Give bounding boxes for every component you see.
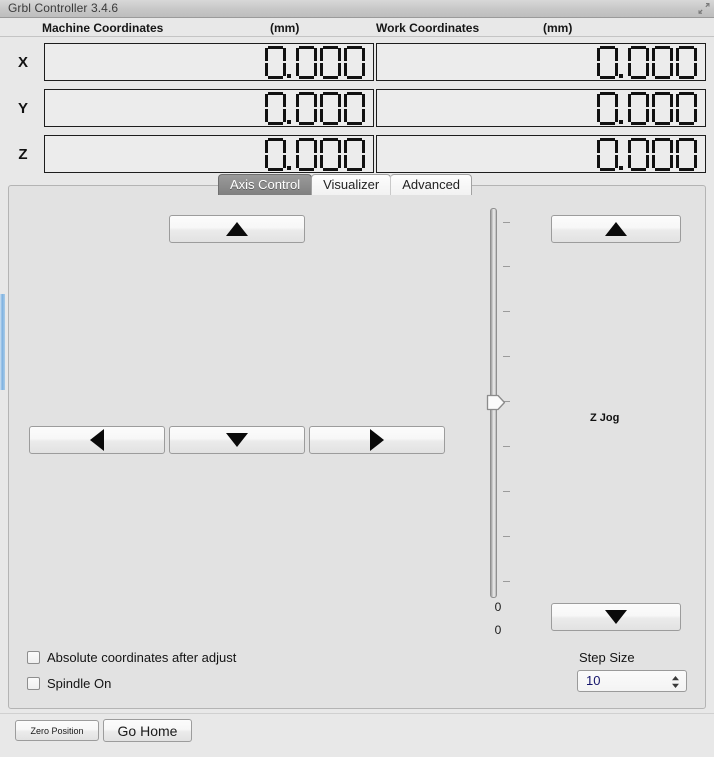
tab-bar: Axis Control Visualizer Advanced [218, 174, 473, 195]
work-x-readout [376, 43, 706, 81]
machine-y-digits [262, 91, 365, 125]
axis-label-machine-x: X [17, 54, 28, 71]
seg-digit [296, 92, 317, 125]
seg-digit [344, 138, 365, 171]
seg-digit [676, 138, 697, 171]
seg-digit [597, 46, 618, 79]
work-coordinates-units: (mm) [543, 21, 573, 35]
seg-decimal-point [286, 92, 293, 125]
work-y-digits [594, 91, 697, 125]
arrow-left-icon [90, 429, 104, 451]
z-jog-value-top: 0 [494, 600, 502, 614]
seg-decimal-point [618, 138, 625, 171]
step-size-value: 10 [586, 673, 601, 688]
seg-digit [628, 46, 649, 79]
axis-label-machine-z: Z [18, 146, 28, 163]
jog-x-minus-button[interactable] [29, 426, 165, 454]
title-bar[interactable]: Grbl Controller 3.4.6 [0, 0, 714, 18]
status-divider [0, 36, 714, 37]
absolute-coordinates-label: Absolute coordinates after adjust [47, 650, 237, 665]
arrow-up-icon [605, 222, 627, 236]
seg-digit [597, 92, 618, 125]
z-jog-slider-handle[interactable] [486, 393, 506, 412]
seg-digit [265, 138, 286, 171]
spindle-on-checkbox[interactable] [27, 677, 40, 690]
grbl-controller-window: Grbl Controller 3.4.6 Machine Coordinate… [0, 0, 714, 757]
machine-coordinates-label: Machine Coordinates [42, 21, 164, 35]
seg-digit [320, 92, 341, 125]
z-jog-label: Z Jog [590, 412, 620, 424]
seg-decimal-point [286, 46, 293, 79]
seg-digit [652, 46, 673, 79]
seg-digit [344, 92, 365, 125]
tab-axis-control[interactable]: Axis Control [218, 174, 313, 195]
seg-digit [344, 46, 365, 79]
work-z-readout [376, 135, 706, 173]
left-edge-highlight [0, 294, 5, 390]
arrow-down-icon [605, 610, 627, 624]
jog-y-plus-button[interactable] [169, 215, 305, 243]
arrow-up-icon [226, 222, 248, 236]
go-home-button[interactable]: Go Home [103, 719, 192, 742]
seg-digit [320, 46, 341, 79]
seg-digit [296, 46, 317, 79]
spindle-on-label: Spindle On [47, 676, 112, 691]
work-x-digits [594, 45, 697, 79]
seg-decimal-point [618, 92, 625, 125]
seg-decimal-point [618, 46, 625, 79]
machine-x-readout [44, 43, 374, 81]
machine-coordinates-units: (mm) [270, 21, 300, 35]
tab-advanced[interactable]: Advanced [390, 174, 473, 195]
spindle-on-checkbox-row[interactable]: Spindle On [27, 676, 111, 691]
axis-label-machine-y: Y [17, 100, 28, 117]
jog-y-minus-button[interactable] [169, 426, 305, 454]
window-title: Grbl Controller 3.4.6 [8, 1, 119, 15]
step-size-label: Step Size [579, 650, 635, 665]
seg-digit [628, 138, 649, 171]
seg-digit [265, 46, 286, 79]
machine-z-readout [44, 135, 374, 173]
seg-digit [320, 138, 341, 171]
resize-grip-icon[interactable] [697, 2, 711, 15]
machine-x-digits [262, 45, 365, 79]
work-y-readout [376, 89, 706, 127]
arrow-down-icon [226, 433, 248, 447]
absolute-coordinates-checkbox[interactable] [27, 651, 40, 664]
jog-z-plus-button[interactable] [551, 215, 681, 243]
seg-digit [676, 92, 697, 125]
seg-decimal-point [286, 138, 293, 171]
jog-z-minus-button[interactable] [551, 603, 681, 631]
spinner-arrows-icon[interactable] [671, 674, 680, 690]
step-size-spinbox[interactable]: 10 [577, 670, 687, 692]
zero-position-label: Zero Position [30, 725, 84, 736]
z-jog-value-bottom: 0 [494, 623, 502, 637]
seg-digit [628, 92, 649, 125]
seg-digit [265, 92, 286, 125]
zero-position-button[interactable]: Zero Position [15, 720, 99, 741]
absolute-coordinates-checkbox-row[interactable]: Absolute coordinates after adjust [27, 650, 236, 665]
machine-y-readout [44, 89, 374, 127]
seg-digit [296, 138, 317, 171]
work-z-digits [594, 137, 697, 171]
seg-digit [676, 46, 697, 79]
go-home-label: Go Home [117, 722, 178, 739]
work-coordinates-label: Work Coordinates [376, 21, 480, 35]
seg-digit [597, 138, 618, 171]
machine-z-digits [262, 137, 365, 171]
seg-digit [652, 92, 673, 125]
tab-visualizer[interactable]: Visualizer [311, 174, 392, 195]
jog-x-plus-button[interactable] [309, 426, 445, 454]
seg-digit [652, 138, 673, 171]
arrow-right-icon [370, 429, 384, 451]
